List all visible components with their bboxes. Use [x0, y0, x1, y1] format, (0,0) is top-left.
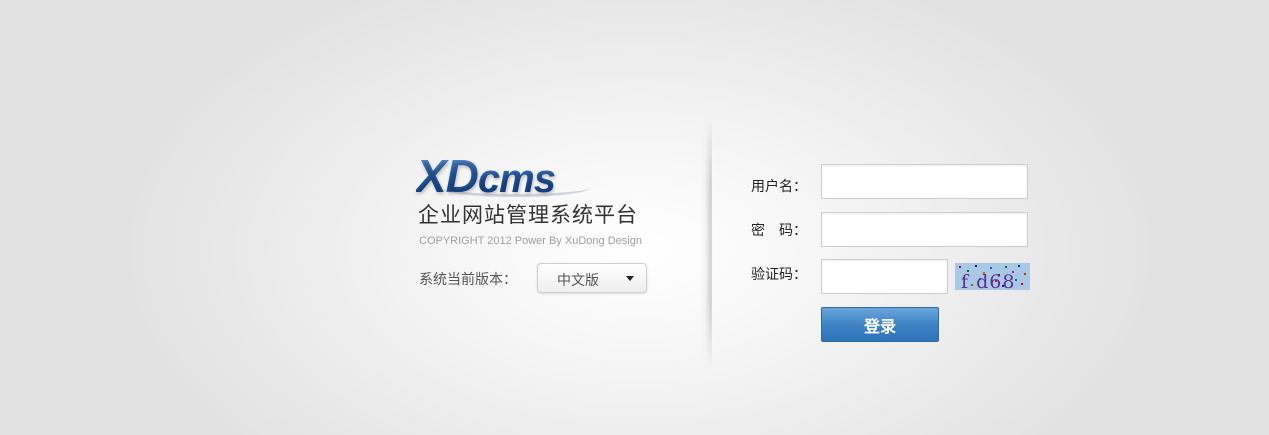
password-label: 密 码： [751, 223, 807, 239]
username-input[interactable] [821, 164, 1028, 199]
version-select-value: 中文版 [557, 273, 599, 289]
captcha-code-text: f d68 [961, 271, 1016, 290]
captcha-input[interactable] [821, 259, 948, 294]
system-subtitle: 企业网站管理系统平台 [418, 203, 638, 227]
caret-down-icon [626, 276, 634, 281]
version-label: 系统当前版本： [419, 272, 517, 288]
panel-divider [700, 118, 714, 368]
logo-swoosh [440, 178, 590, 197]
captcha-image[interactable]: f d68 [955, 263, 1030, 290]
version-select[interactable]: 中文版 [537, 263, 647, 293]
copyright-text: COPYRIGHT 2012 Power By XuDong Design [419, 235, 642, 247]
captcha-label: 验证码： [751, 267, 807, 283]
password-input[interactable] [821, 212, 1028, 247]
login-button[interactable]: 登录 [821, 307, 939, 342]
username-label: 用户名： [751, 179, 807, 195]
